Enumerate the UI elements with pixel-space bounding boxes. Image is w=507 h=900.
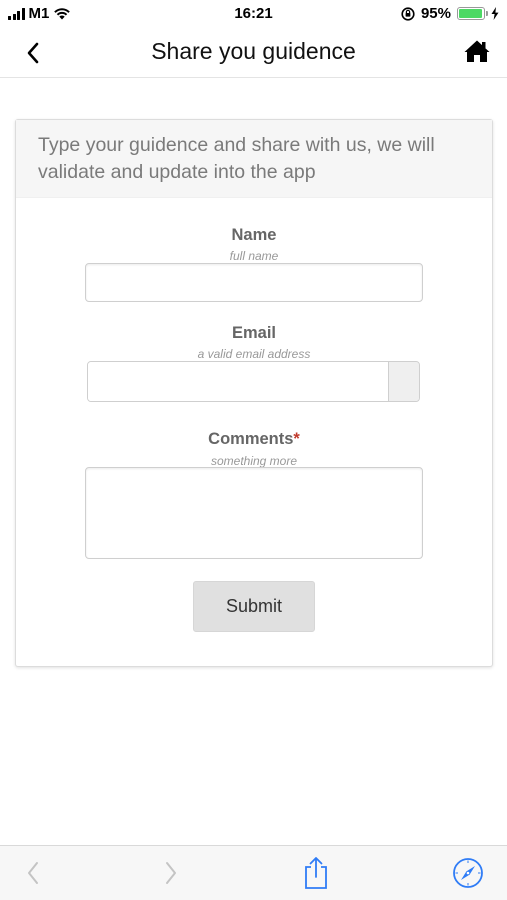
comments-label: Comments* xyxy=(16,430,492,449)
navigation-bar: Share you guidence xyxy=(0,28,507,78)
email-addon xyxy=(388,362,419,401)
name-label: Name xyxy=(231,226,277,244)
orientation-lock-icon xyxy=(401,6,415,21)
email-input[interactable] xyxy=(88,362,388,401)
browser-toolbar xyxy=(0,845,507,900)
submit-button[interactable]: Submit xyxy=(193,581,315,632)
required-mark: * xyxy=(293,430,300,448)
battery-fill xyxy=(459,9,482,18)
forward-arrow-icon xyxy=(166,862,176,884)
status-right: 95% xyxy=(401,5,499,22)
name-hint: full name xyxy=(229,249,279,263)
battery-icon xyxy=(457,7,488,20)
back-arrow-icon xyxy=(28,862,38,884)
email-label: Email xyxy=(231,324,277,342)
open-in-safari-button[interactable] xyxy=(451,856,485,890)
battery-percent: 95% xyxy=(420,5,451,22)
share-button[interactable] xyxy=(299,856,333,890)
email-field-group xyxy=(87,361,420,402)
email-hint: a valid email address xyxy=(197,347,311,361)
comments-label-text: Comments xyxy=(208,430,294,448)
charging-icon xyxy=(491,7,499,20)
compass-icon xyxy=(453,858,483,888)
browser-back-button[interactable] xyxy=(16,856,50,890)
comments-textarea[interactable] xyxy=(85,467,423,559)
home-button[interactable] xyxy=(461,36,493,66)
name-input[interactable] xyxy=(85,263,423,302)
intro-text: Type your guidence and share with us, we… xyxy=(38,134,435,183)
comments-hint: something more xyxy=(210,454,298,468)
share-icon xyxy=(305,857,327,889)
guidance-card: Type your guidence and share with us, we… xyxy=(15,119,493,667)
status-bar: M1 16:21 95% xyxy=(0,0,507,28)
home-icon xyxy=(464,40,490,62)
card-header: Type your guidence and share with us, we… xyxy=(16,120,492,198)
browser-forward-button[interactable] xyxy=(154,856,188,890)
page-title: Share you guidence xyxy=(151,38,356,64)
